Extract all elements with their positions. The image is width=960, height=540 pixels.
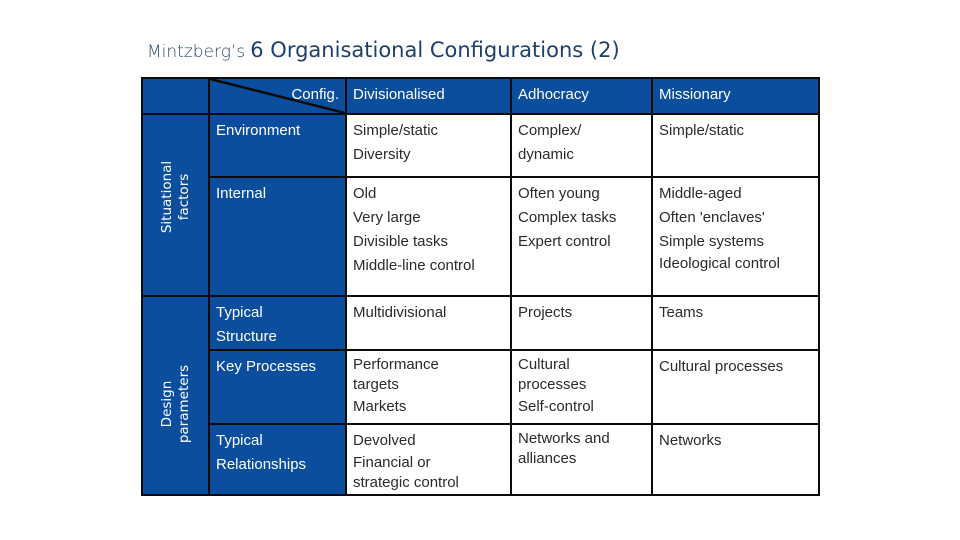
table-cell: Performance targets Markets	[345, 349, 512, 425]
table-cell: Often young Complex tasks Expert control	[510, 176, 653, 297]
table-row-key-processes: Key Processes Performance targets Market…	[142, 349, 820, 425]
table-row-typical-structure: Design parameters Typical Structure Mult…	[141, 295, 820, 496]
group-design-parameters: Design parameters	[141, 295, 210, 496]
title-prefix: Mintzberg’s	[147, 42, 246, 62]
slide-title: Mintzberg’s 6 Organisational Configurati…	[147, 38, 620, 62]
table-row-environment: Situational factors Environment Simple/s…	[141, 113, 820, 297]
column-header-missionary: Missionary	[651, 77, 820, 115]
row-label-typical-structure: Typical Structure	[208, 295, 347, 351]
row-label-typical-relationships: Typical Relationships	[208, 423, 347, 496]
table-cell: Projects	[510, 295, 653, 351]
table-row-typical-relationships: Typical Relationships Devolved Financial…	[142, 423, 820, 496]
group-situational-factors: Situational factors	[141, 113, 210, 297]
column-header-divisionalised: Divisionalised	[345, 77, 512, 115]
row-label-environment: Environment	[208, 113, 347, 178]
configurations-table: Config. Divisionalised Adhocracy Mission…	[141, 77, 820, 496]
corner-label: Config.	[291, 86, 339, 103]
table-cell: Middle-aged Often 'enclaves' Simple syst…	[651, 176, 820, 297]
table-row-internal: Internal Old Very large Divisible tasks …	[142, 176, 820, 297]
table-cell: Teams	[651, 295, 820, 351]
title-main: 6 Organisational Configurations (2)	[250, 38, 620, 62]
header-blank-cell	[141, 77, 210, 115]
table-cell: Cultural processes	[651, 349, 820, 425]
column-header-adhocracy: Adhocracy	[510, 77, 653, 115]
corner-config-cell: Config.	[208, 77, 347, 115]
group-label-situational: Situational factors	[158, 160, 192, 234]
table-cell: Networks	[651, 423, 820, 496]
table-cell: Multidivisional	[345, 295, 512, 351]
table-cell: Simple/static	[651, 113, 820, 178]
group-label-design: Design parameters	[158, 364, 192, 443]
table-cell: Old Very large Divisible tasks Middle-li…	[345, 176, 512, 297]
table-cell: Networks and alliances	[510, 423, 653, 496]
table-cell: Complex/ dynamic	[510, 113, 653, 178]
row-label-internal: Internal	[208, 176, 347, 297]
table-cell: Devolved Financial or strategic control	[345, 423, 512, 496]
table-cell: Cultural processes Self-control	[510, 349, 653, 425]
table-cell: Simple/static Diversity	[345, 113, 512, 178]
header-row: Config. Divisionalised Adhocracy Mission…	[141, 77, 820, 115]
row-label-key-processes: Key Processes	[208, 349, 347, 425]
